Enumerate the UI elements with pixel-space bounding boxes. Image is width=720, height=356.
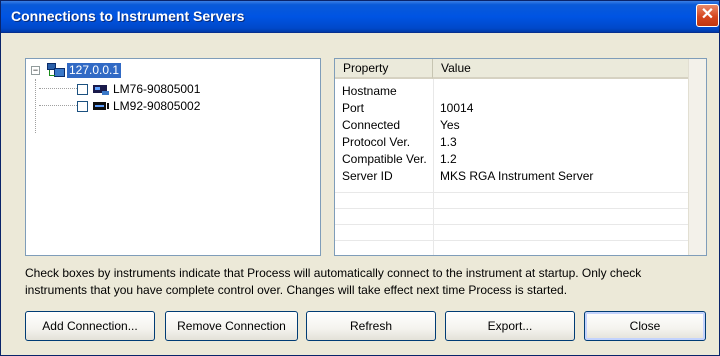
property-value: 1.2 bbox=[440, 152, 457, 166]
vertical-scrollbar[interactable] bbox=[688, 59, 706, 255]
property-value: MKS RGA Instrument Server bbox=[440, 169, 594, 183]
table-row[interactable]: Connected Yes bbox=[335, 117, 691, 133]
property-list[interactable]: Property Value Hostname Port 10014 Conne… bbox=[334, 58, 707, 256]
row-divider bbox=[335, 208, 691, 209]
column-header-property[interactable]: Property bbox=[335, 59, 433, 79]
window-title: Connections to Instrument Servers bbox=[11, 8, 245, 24]
instrument-checkbox[interactable] bbox=[77, 83, 88, 95]
collapse-icon[interactable]: − bbox=[31, 65, 40, 75]
tree-connector bbox=[35, 79, 36, 133]
property-name: Protocol Ver. bbox=[342, 135, 411, 149]
property-value: 1.3 bbox=[440, 135, 457, 149]
property-name: Connected bbox=[342, 118, 401, 132]
refresh-button[interactable]: Refresh bbox=[306, 311, 436, 341]
table-row[interactable]: Compatible Ver. 1.2 bbox=[335, 151, 691, 167]
row-divider bbox=[335, 192, 691, 193]
root-label[interactable]: 127.0.0.1 bbox=[67, 62, 122, 78]
property-name: Compatible Ver. bbox=[342, 152, 427, 166]
tree-connector bbox=[39, 105, 79, 106]
property-value bbox=[433, 83, 440, 99]
table-row[interactable]: Hostname bbox=[335, 83, 691, 99]
table-row[interactable]: Server ID MKS RGA Instrument Server bbox=[335, 168, 691, 184]
table-row[interactable]: Protocol Ver. 1.3 bbox=[335, 134, 691, 150]
row-divider bbox=[335, 224, 691, 225]
instrument-icon bbox=[93, 100, 109, 112]
server-tree[interactable]: − 127.0.0.1 LM76-90805001 LM92-90805002 bbox=[25, 58, 321, 256]
property-value: Yes bbox=[440, 118, 460, 132]
info-text: Check boxes by instruments indicate that… bbox=[25, 266, 642, 297]
instrument-checkbox[interactable] bbox=[77, 100, 88, 112]
property-name: Hostname bbox=[342, 84, 397, 98]
tree-node-instrument[interactable]: LM76-90805001 bbox=[77, 80, 200, 98]
tree-connector bbox=[39, 88, 79, 89]
network-icon bbox=[46, 63, 65, 77]
close-button[interactable]: Close bbox=[584, 311, 706, 341]
property-name: Port bbox=[342, 101, 365, 115]
title-bar[interactable]: Connections to Instrument Servers ✕ bbox=[1, 1, 719, 33]
column-header-value[interactable]: Value bbox=[433, 59, 691, 79]
row-divider bbox=[335, 240, 691, 241]
tree-node-root[interactable]: − 127.0.0.1 bbox=[31, 61, 122, 79]
remove-connection-button[interactable]: Remove Connection bbox=[165, 311, 298, 341]
table-row[interactable]: Port 10014 bbox=[335, 100, 691, 116]
close-icon: ✕ bbox=[700, 6, 715, 23]
export-button[interactable]: Export... bbox=[445, 311, 575, 341]
instrument-label: LM76-90805001 bbox=[113, 82, 201, 96]
dialog-window: Connections to Instrument Servers ✕ − 12… bbox=[0, 0, 720, 356]
tree-node-instrument[interactable]: LM92-90805002 bbox=[77, 97, 200, 115]
add-connection-button[interactable]: Add Connection... bbox=[25, 311, 155, 341]
property-name: Server ID bbox=[342, 169, 393, 183]
property-value: 10014 bbox=[440, 101, 474, 115]
close-window-button[interactable]: ✕ bbox=[696, 4, 719, 27]
instrument-icon bbox=[93, 83, 109, 95]
instrument-label: LM92-90805002 bbox=[113, 99, 201, 113]
